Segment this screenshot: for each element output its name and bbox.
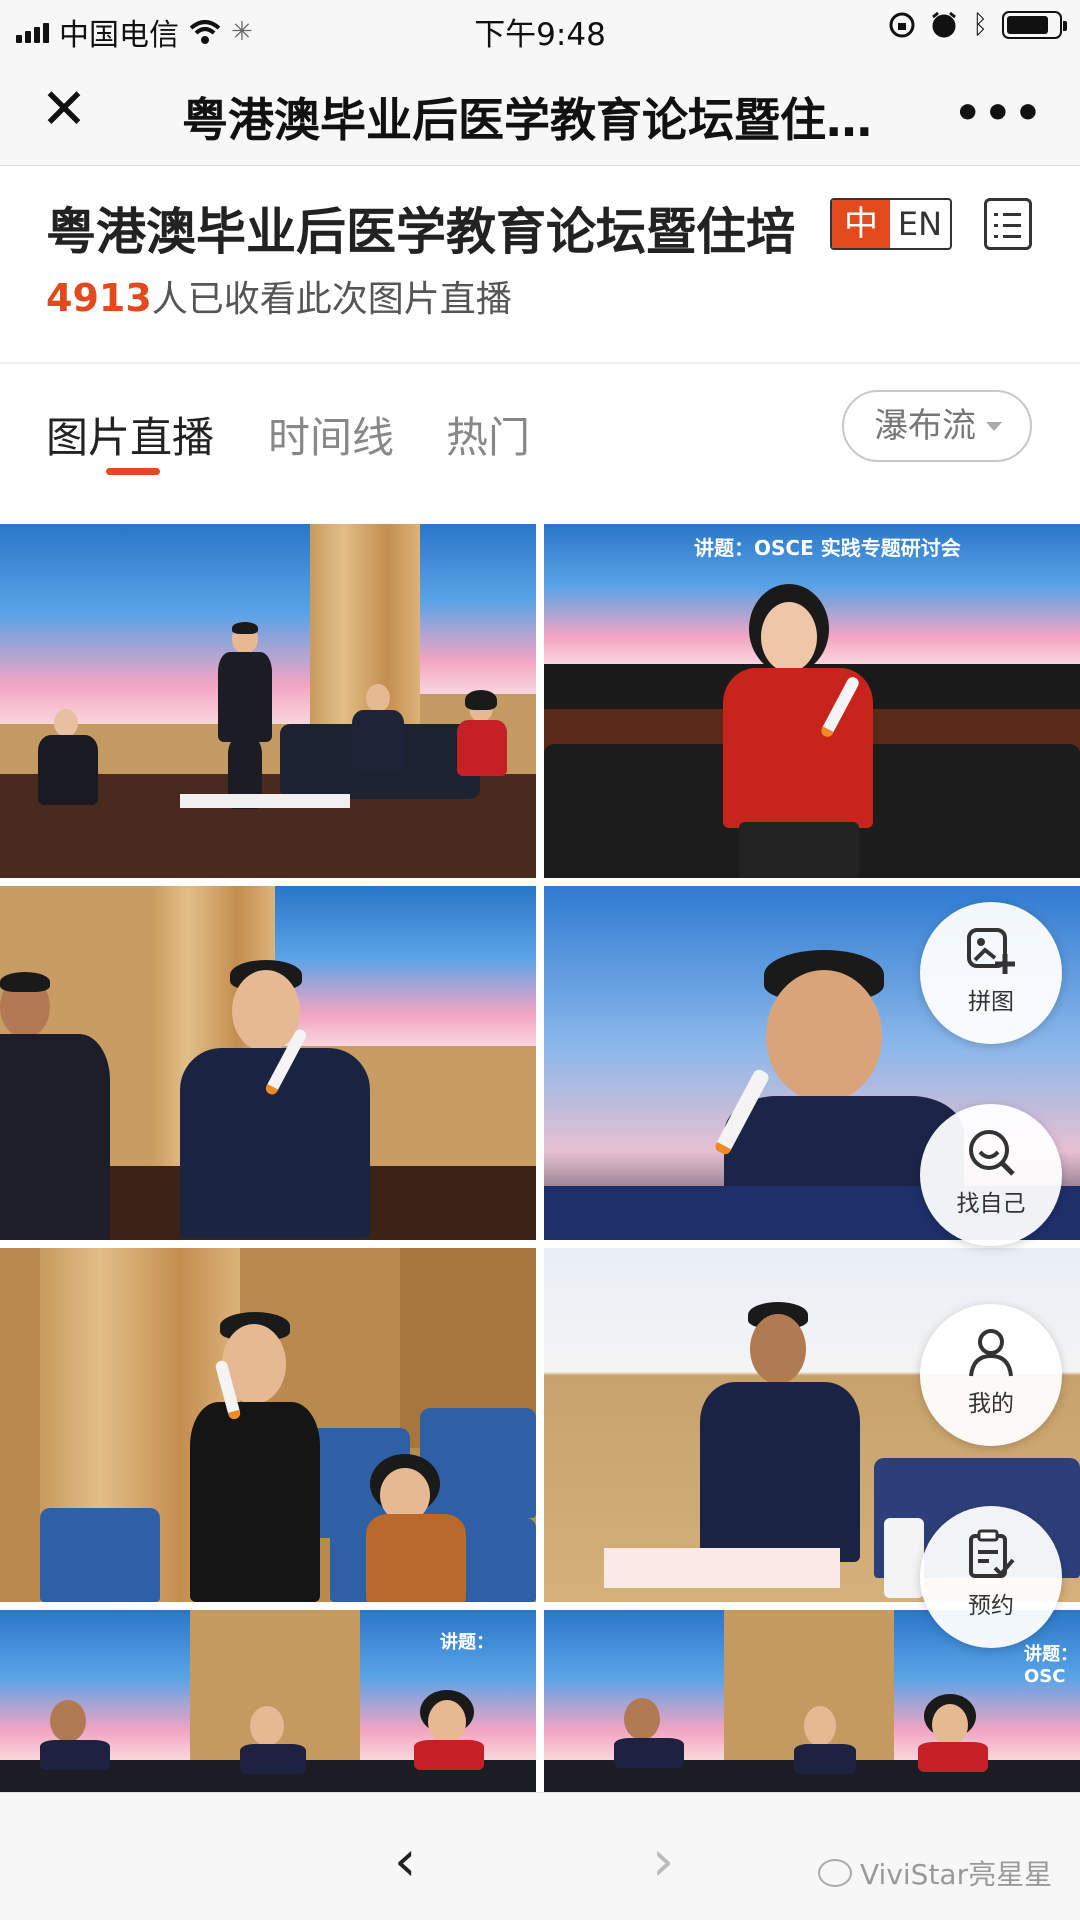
rotation-lock-icon — [889, 12, 915, 38]
language-toggle[interactable]: 中 EN — [830, 198, 952, 250]
reservation-label: 预约 — [968, 1593, 1014, 1619]
layout-select-value: 瀑布流 — [874, 406, 976, 446]
puzzle-add-icon — [967, 928, 1015, 974]
event-header: 粤港澳毕业后医学教育论坛暨住培 中 EN 4913人已收看此次图片直播 — [0, 166, 1080, 362]
photo-grid: 讲题：OSCE 实践专题研讨会 讲题： 讲题：OSC — [0, 524, 1080, 1792]
face-search-icon — [969, 1130, 1015, 1176]
puzzle-button[interactable]: 拼图 — [920, 902, 1062, 1044]
tab-bar: 图片直播 时间线 热门 瀑布流 — [0, 364, 1080, 524]
photo-thumbnail[interactable] — [0, 1248, 536, 1602]
tab-popular[interactable]: 热门 — [446, 404, 530, 465]
tab-timeline[interactable]: 时间线 — [268, 404, 394, 465]
nav-title: 粤港澳毕业后医学教育论坛暨住… — [182, 93, 872, 147]
reservation-icon — [969, 1529, 1015, 1578]
forward-button[interactable]: › — [652, 1829, 674, 1894]
photo-thumbnail[interactable] — [0, 886, 536, 1240]
my-button[interactable]: 我的 — [920, 1304, 1062, 1446]
more-icon[interactable]: ••• — [954, 88, 1044, 139]
status-bar: 中国电信 ✳ 下午9:48 ᛒ — [0, 0, 1080, 54]
screen-caption: 讲题：OSC — [1024, 1644, 1078, 1687]
bottom-toolbar: ‹ › ViviStar亮星星 — [0, 1792, 1080, 1920]
list-icon[interactable] — [984, 198, 1032, 250]
caret-down-icon — [986, 422, 1002, 431]
reservation-button[interactable]: 预约 — [920, 1506, 1062, 1648]
puzzle-label: 拼图 — [968, 989, 1014, 1015]
find-me-label: 找自己 — [956, 1191, 1026, 1217]
watermark-text: ViviStar亮星星 — [860, 1858, 1053, 1891]
close-icon[interactable]: ✕ — [40, 82, 88, 138]
back-button[interactable]: ‹ — [394, 1829, 416, 1894]
nav-bar: ✕ 粤港澳毕业后医学教育论坛暨住… ••• — [0, 54, 1080, 166]
photo-thumbnail[interactable]: 讲题：OSCE 实践专题研讨会 — [544, 524, 1080, 878]
event-title: 粤港澳毕业后医学教育论坛暨住培 — [46, 203, 794, 261]
my-label: 我的 — [968, 1391, 1014, 1417]
screen-caption: 讲题： — [440, 1632, 494, 1653]
bluetooth-icon: ᛒ — [972, 10, 988, 40]
view-count-line: 4913人已收看此次图片直播 — [46, 270, 512, 322]
photo-thumbnail[interactable] — [0, 524, 536, 878]
photo-thumbnail[interactable]: 讲题： — [0, 1610, 536, 1792]
view-count-suffix: 人已收看此次图片直播 — [151, 279, 512, 320]
lang-zh-option[interactable]: 中 — [832, 200, 890, 248]
person-icon — [969, 1329, 1013, 1377]
screen-caption: 讲题：OSCE 实践专题研讨会 — [694, 536, 961, 560]
lang-en-option[interactable]: EN — [890, 200, 950, 248]
wechat-icon — [818, 1859, 852, 1887]
battery-icon — [1002, 11, 1067, 39]
find-me-button[interactable]: 找自己 — [920, 1104, 1062, 1246]
alarm-icon — [932, 11, 957, 38]
layout-select[interactable]: 瀑布流 — [842, 390, 1032, 462]
tab-photo-live[interactable]: 图片直播 — [46, 404, 214, 465]
active-tab-indicator — [106, 468, 160, 475]
watermark: ViviStar亮星星 — [818, 1853, 1052, 1893]
status-right: ᛒ — [888, 10, 1067, 40]
view-count: 4913 — [46, 276, 152, 320]
